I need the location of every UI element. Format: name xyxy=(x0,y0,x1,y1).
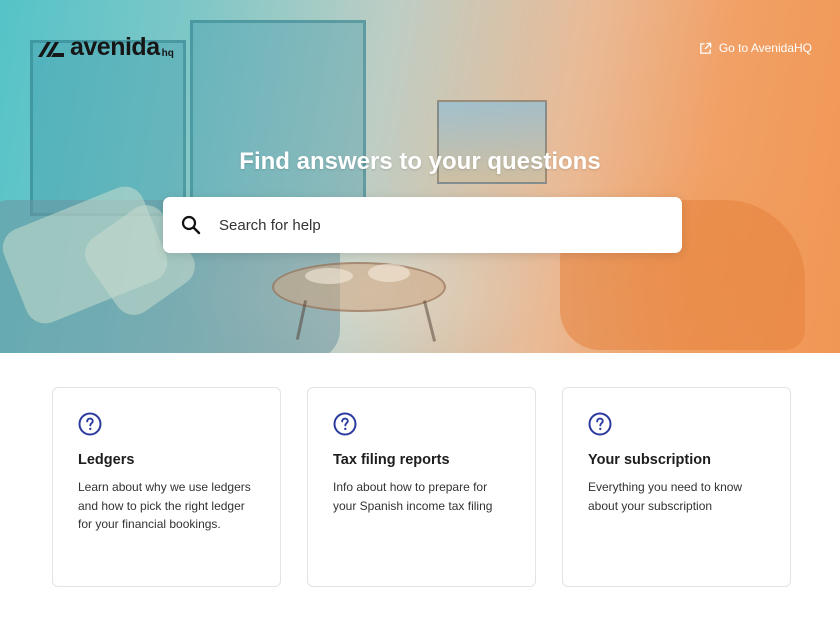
avenida-logo-icon xyxy=(38,42,64,57)
go-link-label: Go to AvenidaHQ xyxy=(718,41,812,55)
card-description: Info about how to prepare for your Spani… xyxy=(333,480,493,513)
brand-name: avenida xyxy=(70,33,160,61)
question-circle-icon xyxy=(78,412,102,436)
page-title: Find answers to your questions xyxy=(239,148,601,175)
table-decoration xyxy=(272,262,446,312)
table-leg-decoration xyxy=(422,300,437,342)
card-description: Everything you need to know about your s… xyxy=(588,480,743,513)
hero-banner: avenida hq Go to AvenidaHQ Find answers … xyxy=(0,0,840,353)
card-title: Ledgers xyxy=(78,452,135,468)
card-title: Your subscription xyxy=(588,452,711,468)
plate-decoration xyxy=(368,264,410,282)
window-decoration xyxy=(30,40,186,216)
search-icon xyxy=(181,215,201,235)
external-link-icon xyxy=(700,42,712,54)
window-decoration xyxy=(190,20,366,226)
brand-logo[interactable]: avenida hq xyxy=(36,34,174,60)
brand-suffix: hq xyxy=(161,48,174,59)
search-input[interactable] xyxy=(217,215,651,235)
category-card-tax-filing-reports[interactable]: Tax filing reports Info about how to pre… xyxy=(307,387,536,587)
category-card-your-subscription[interactable]: Your subscription Everything you need to… xyxy=(562,387,791,587)
card-title: Tax filing reports xyxy=(333,452,450,468)
search-bar[interactable] xyxy=(163,197,682,253)
plate-decoration xyxy=(305,268,353,284)
card-description: Learn about why we use ledgers and how t… xyxy=(78,480,251,531)
go-to-avenidahq-link[interactable]: Go to AvenidaHQ xyxy=(699,41,812,55)
question-circle-icon xyxy=(333,412,357,436)
category-card-ledgers[interactable]: Ledgers Learn about why we use ledgers a… xyxy=(52,387,281,587)
question-circle-icon xyxy=(588,412,612,436)
